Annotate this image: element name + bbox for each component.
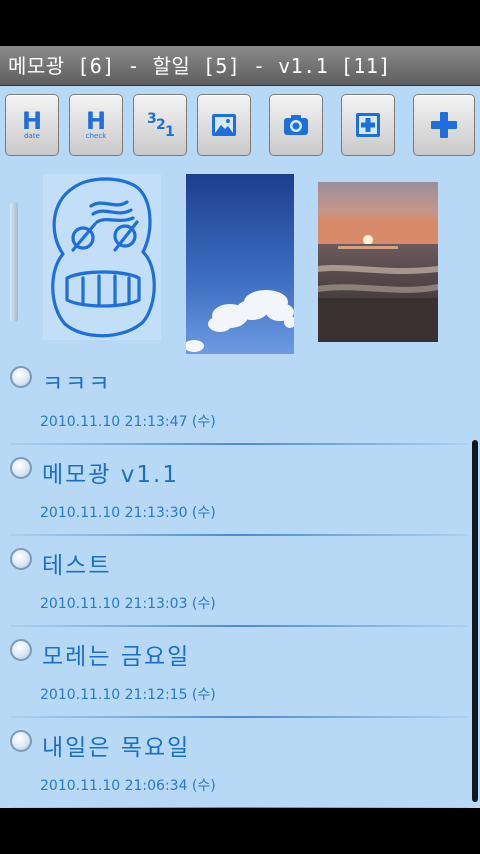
window-title: 메모광 [6] - 할일 [5] - v1.1 [11] [0,46,480,86]
memo-date: 2010.11.10 21:13:30 (수) [40,505,216,521]
memo-date: 2010.11.10 21:12:15 (수) [40,687,216,703]
sky-photo [186,174,294,354]
memo-date: 2010.11.10 21:13:47 (수) [40,414,216,430]
list-item[interactable]: 메모광 v1.1 2010.11.10 21:13:30 (수) [0,447,468,538]
app-content: H date H check 3 2 1 ㅋㅋㅋ 2010.11.10 21:1… [0,86,480,808]
image-icon [212,114,236,136]
memo-title: 내일은 목요일 [42,735,191,761]
check-radio[interactable] [10,730,32,752]
sort-by-date-button[interactable]: H date [5,94,59,156]
list-item[interactable]: 모레는 금요일 2010.11.10 21:12:15 (수) [0,629,468,720]
sunset-photo-thumbnail[interactable] [318,182,438,342]
check-radio[interactable] [10,366,32,388]
memo-date: 2010.11.10 21:06:34 (수) [40,778,216,794]
drawing-thumbnail[interactable] [43,174,161,340]
image-button[interactable] [197,94,251,156]
memo-date: 2010.11.10 21:13:03 (수) [40,596,216,612]
check-radio[interactable] [10,548,32,570]
memo-list: ㅋㅋㅋ 2010.11.10 21:13:47 (수) 메모광 v1.1 201… [0,356,468,808]
check-radio[interactable] [10,457,32,479]
check-radio[interactable] [10,639,32,661]
toolbar: H date H check 3 2 1 [0,94,480,158]
memo-title: 메모광 v1.1 [42,462,179,488]
h-glyph: H [21,107,43,135]
add-memo-button[interactable] [413,94,475,156]
h-glyph: H [85,107,107,135]
sort-order-icon: 3 2 1 [147,111,175,140]
button-sub-label: check [85,132,107,140]
navigation-bar [0,808,480,854]
image-gallery [0,172,480,356]
drawing-icon [51,177,156,338]
memo-title: 테스트 [42,553,112,579]
sunset-photo [318,182,438,342]
sort-order-button[interactable]: 3 2 1 [133,94,187,156]
button-sub-label: date [24,132,40,140]
memo-title: 모레는 금요일 [42,644,191,670]
svg-text:1: 1 [165,124,175,140]
add-item-button[interactable] [341,94,395,156]
sort-by-check-button[interactable]: H check [69,94,123,156]
plus-icon [431,112,457,138]
list-item[interactable]: 테스트 2010.11.10 21:13:03 (수) [0,538,468,629]
sky-photo-thumbnail[interactable] [186,174,294,354]
list-item[interactable]: ㅋㅋㅋ 2010.11.10 21:13:47 (수) [0,356,468,447]
camera-icon [284,115,308,135]
camera-button[interactable] [269,94,323,156]
memo-title: ㅋㅋㅋ [42,371,112,397]
list-scrollbar[interactable] [472,440,478,802]
plus-box-icon [356,113,380,137]
status-bar [0,0,480,46]
gallery-scroll-handle[interactable] [10,202,18,322]
list-item[interactable]: 내일은 목요일 2010.11.10 21:06:34 (수) [0,720,468,808]
